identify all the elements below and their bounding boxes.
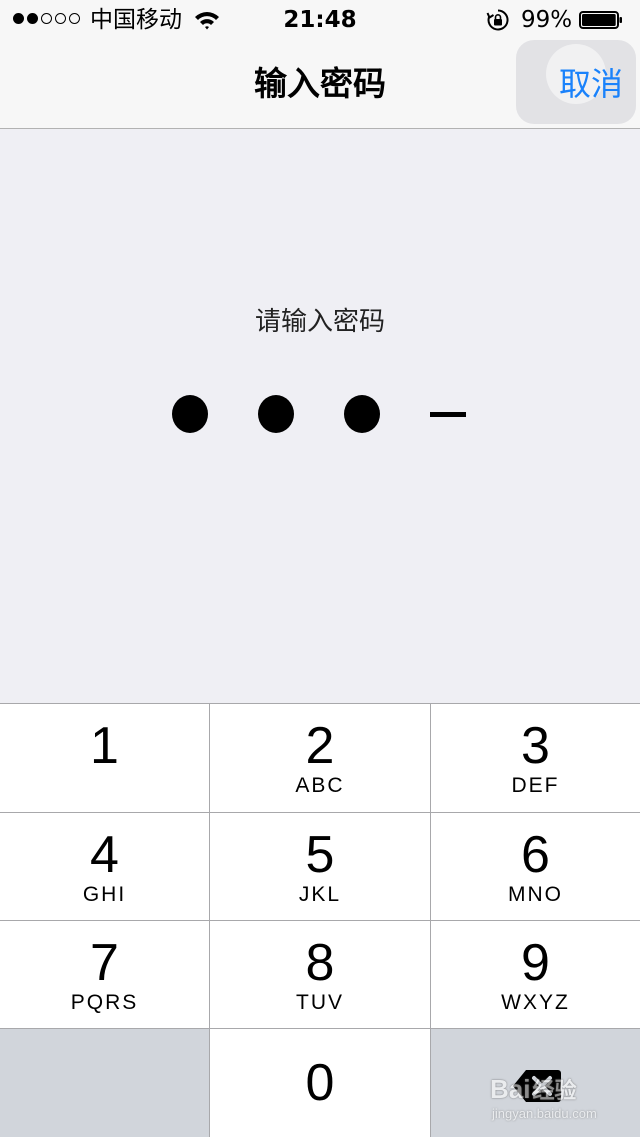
key-letters: GHI <box>82 883 127 906</box>
key-digit: 5 <box>305 826 335 884</box>
key-digit: 9 <box>521 934 550 992</box>
keypad-divider <box>0 1028 640 1029</box>
watermark-brand-suffix: 经验 <box>532 1079 577 1104</box>
key-letters: TUV <box>296 991 344 1014</box>
keypad-divider <box>430 704 431 1137</box>
key-letters: WXYZ <box>501 991 570 1014</box>
key-digit: 2 <box>305 717 335 775</box>
key-9[interactable]: 9 WXYZ <box>431 921 640 1028</box>
key-digit: 3 <box>521 717 550 775</box>
pin-dash-empty <box>430 412 466 417</box>
key-digit: 4 <box>90 826 119 884</box>
keypad-divider <box>0 812 640 813</box>
navigation-bar: 输入密码 取消 <box>0 40 640 129</box>
key-letters: ABC <box>295 774 345 797</box>
cancel-button[interactable]: 取消 <box>559 62 623 106</box>
key-digit: 6 <box>521 826 550 884</box>
key-letters: DEF <box>511 774 560 797</box>
rotation-lock-icon <box>486 9 509 31</box>
key-1[interactable]: 1 <box>0 704 209 812</box>
battery-icon <box>579 11 622 29</box>
watermark-brand: Bai经验 <box>490 1074 576 1107</box>
key-5[interactable]: 5 JKL <box>210 813 430 920</box>
keypad-divider <box>0 920 640 921</box>
watermark-brand-prefix: Bai <box>490 1074 531 1104</box>
watermark-url: jingyan.baidu.com <box>492 1106 597 1121</box>
key-2[interactable]: 2 ABC <box>210 704 430 812</box>
key-8[interactable]: 8 TUV <box>210 921 430 1028</box>
key-digit: 0 <box>305 1054 335 1112</box>
battery-percentage: 99% <box>521 7 573 33</box>
key-digit: 1 <box>90 717 119 775</box>
passcode-indicator <box>0 395 640 435</box>
status-bar: 中国移动 21:48 99% <box>0 0 640 40</box>
key-digit: 7 <box>90 934 119 992</box>
baidu-watermark: Bai经验 jingyan.baidu.com <box>490 1066 610 1126</box>
key-letters: MNO <box>508 883 563 906</box>
key-0[interactable]: 0 <box>210 1029 430 1137</box>
pin-dot-filled <box>172 395 208 433</box>
passcode-prompt: 请输入密码 <box>254 307 385 337</box>
pin-dot-filled <box>344 395 380 433</box>
key-digit: 8 <box>305 934 335 992</box>
key-4[interactable]: 4 GHI <box>0 813 209 920</box>
key-3[interactable]: 3 DEF <box>431 704 640 812</box>
blank-key <box>0 1029 209 1137</box>
key-letters: JKL <box>298 883 342 906</box>
keypad-divider <box>209 704 210 1137</box>
pin-dot-filled <box>258 395 294 433</box>
key-letters: PQRS <box>70 991 139 1014</box>
numeric-keypad: 0 9 WXYZ 8 TUV 7 PQRS 6 MNO 5 JKL 4 GHI 3 DEF 2 ABC 1 Bai… <box>0 703 640 1137</box>
key-7[interactable]: 7 PQRS <box>0 921 209 1028</box>
key-6[interactable]: 6 MNO <box>431 813 640 920</box>
